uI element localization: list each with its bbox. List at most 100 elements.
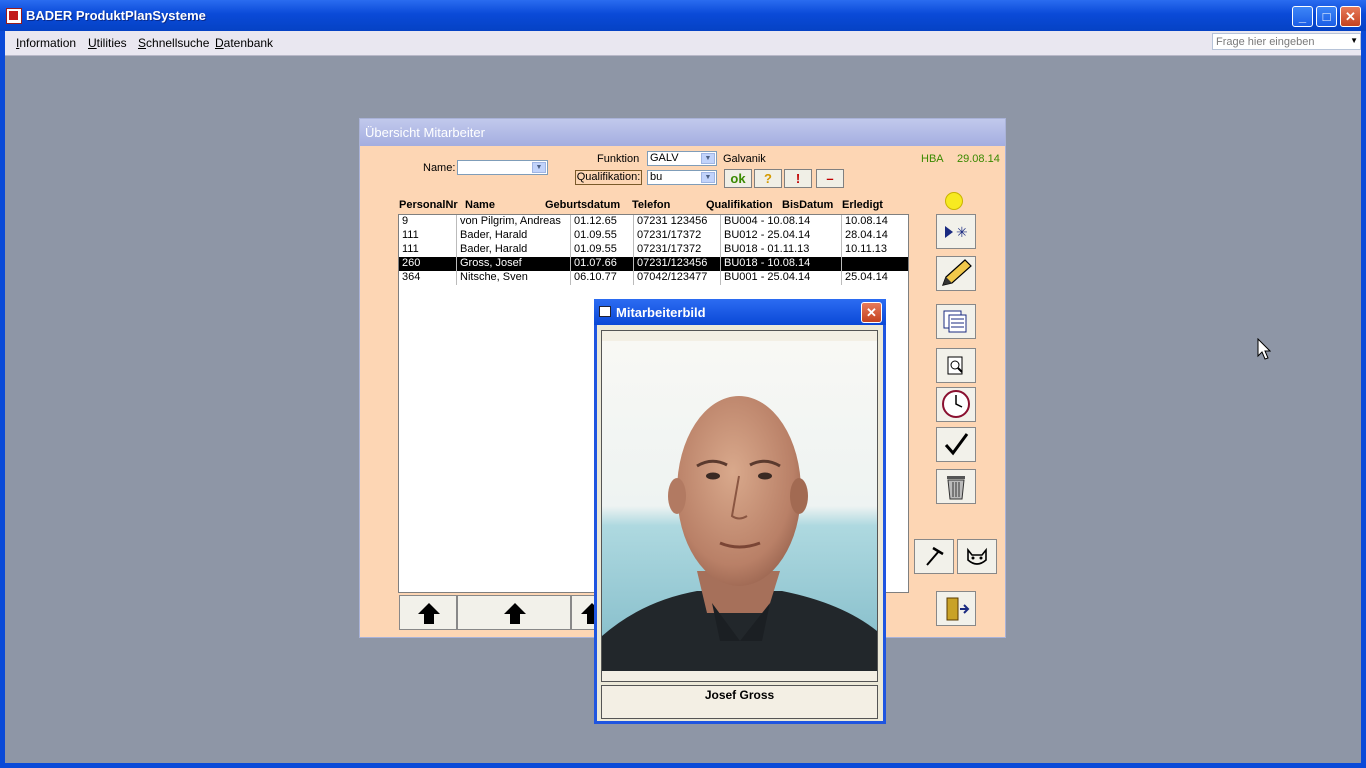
popup-title: Mitarbeiterbild xyxy=(616,305,706,320)
cell-personalnr: 9 xyxy=(399,215,457,229)
name-combo[interactable]: ▼ xyxy=(457,160,548,175)
popup-close-button[interactable]: ✕ xyxy=(861,302,882,323)
filter-exclaim-button[interactable]: ! xyxy=(784,169,812,188)
table-row[interactable]: 364 Nitsche, Sven 06.10.77 07042/123477 … xyxy=(399,271,908,285)
help-search-placeholder: Frage hier eingeben xyxy=(1216,36,1315,48)
filter-question-button[interactable]: ? xyxy=(754,169,782,188)
chevron-down-icon[interactable]: ▼ xyxy=(1350,36,1358,45)
check-icon xyxy=(944,433,969,456)
cell-name: von Pilgrim, Andreas xyxy=(457,215,571,229)
confirm-button[interactable] xyxy=(936,427,976,462)
nav-first-button[interactable] xyxy=(399,595,457,630)
cell-erledigt: 10.11.13 xyxy=(845,243,888,255)
copy-icon xyxy=(943,310,967,333)
app-icon[interactable] xyxy=(6,8,22,24)
maximize-button[interactable]: □ xyxy=(1316,6,1337,27)
cell-personalnr: 111 xyxy=(399,229,457,243)
col-qualifikation: Qualifikation xyxy=(706,199,773,211)
popup-title-bar[interactable]: Mitarbeiterbild ✕ xyxy=(594,299,886,325)
pick-icon xyxy=(926,546,944,566)
cell-qualifikation: BU012 - 25.04.14 xyxy=(721,229,842,243)
cell-geburtsdatum: 01.07.66 xyxy=(571,257,634,271)
trash-icon xyxy=(947,476,965,500)
cell-telefon: 07231/17372 xyxy=(634,243,721,257)
copy-button[interactable] xyxy=(936,304,976,339)
cell-telefon: 07042/123477 xyxy=(634,271,721,285)
funktion-label: Funktion xyxy=(597,153,640,165)
cell-erledigt: 28.04.14 xyxy=(845,229,888,241)
employee-name: Josef Gross xyxy=(704,688,775,702)
table-row[interactable]: 111 Bader, Harald 01.09.55 07231/17372 B… xyxy=(399,229,908,243)
mask-icon xyxy=(967,547,987,565)
form-icon xyxy=(599,306,611,317)
cell-erledigt: 10.08.14 xyxy=(845,215,888,227)
cell-telefon: 07231/17372 xyxy=(634,229,721,243)
qualifikation-label: Qualifikation: xyxy=(575,170,642,185)
col-bisdatum: BisDatum xyxy=(782,199,834,211)
window-border-left xyxy=(0,31,5,768)
exit-door-icon xyxy=(946,597,970,621)
cell-name: Bader, Harald xyxy=(457,229,571,243)
delete-button[interactable] xyxy=(936,469,976,504)
qualifikation-combo[interactable]: bu ▼ xyxy=(647,170,717,185)
employee-name-caption: Josef Gross xyxy=(601,685,878,719)
cell-geburtsdatum: 01.09.55 xyxy=(571,243,634,257)
cell-personalnr: 260 xyxy=(399,257,457,271)
chevron-down-icon[interactable]: ▼ xyxy=(701,153,715,164)
exit-button[interactable] xyxy=(936,591,976,626)
cell-personalnr: 364 xyxy=(399,271,457,285)
name-label: Name: xyxy=(423,162,456,174)
cell-name: Nitsche, Sven xyxy=(457,271,571,285)
cell-qualifikation: BU018 - 01.11.13 xyxy=(721,243,842,257)
nav-page-up-button[interactable] xyxy=(457,595,571,630)
minimize-button[interactable]: _ xyxy=(1292,6,1313,27)
new-record-icon: ✳ xyxy=(945,225,968,241)
funktion-value: GALV xyxy=(650,152,679,164)
tool-pick-button[interactable] xyxy=(914,539,954,574)
funktion-description: Galvanik xyxy=(723,153,766,165)
smiley-icon xyxy=(945,192,963,210)
menu-datenbank[interactable]: Datenbank xyxy=(215,36,273,50)
table-row[interactable]: 9 von Pilgrim, Andreas 01.12.65 07231 12… xyxy=(399,215,908,229)
mask-button[interactable] xyxy=(957,539,997,574)
filter-ok-button[interactable]: ok xyxy=(724,169,752,188)
current-date: 29.08.14 xyxy=(957,153,1000,165)
svg-text:✳: ✳ xyxy=(956,225,968,241)
menu-schnellsuche[interactable]: Schnellsuche xyxy=(138,36,209,50)
qualifikation-value: bu xyxy=(650,171,663,183)
new-record-button[interactable]: ✳ xyxy=(936,214,976,249)
cell-qualifikation: BU018 - 10.08.14 xyxy=(721,257,842,271)
funktion-combo[interactable]: GALV ▼ xyxy=(647,151,717,166)
cell-telefon: 07231/123456 xyxy=(634,257,721,271)
close-button[interactable]: ✕ xyxy=(1340,6,1361,27)
cell-qualifikation: BU001 - 25.04.14 xyxy=(721,271,842,285)
preview-icon xyxy=(947,356,963,375)
help-search-input[interactable]: Frage hier eingeben ▼ xyxy=(1212,33,1361,50)
employee-photo xyxy=(601,330,878,682)
menu-information[interactable]: Information xyxy=(16,36,76,50)
chevron-down-icon[interactable]: ▼ xyxy=(532,162,546,173)
col-name: Name xyxy=(465,199,495,211)
chevron-down-icon[interactable]: ▼ xyxy=(701,172,715,183)
col-personalnr: PersonalNr xyxy=(399,199,458,211)
arrow-up-icon xyxy=(418,603,440,624)
menu-bar: Information Utilities Schnellsuche Daten… xyxy=(5,31,1361,56)
preview-button[interactable] xyxy=(936,348,976,383)
col-telefon: Telefon xyxy=(632,199,671,211)
window-border-bottom xyxy=(0,763,1366,768)
table-row-selected[interactable]: 260 Gross, Josef 01.07.66 07231/123456 B… xyxy=(399,257,908,271)
menu-utilities[interactable]: Utilities xyxy=(88,36,127,50)
col-erledigt: Erledigt xyxy=(842,199,883,211)
table-row[interactable]: 111 Bader, Harald 01.09.55 07231/17372 B… xyxy=(399,243,908,257)
app-title-bar[interactable]: BADER ProduktPlanSysteme _ □ ✕ xyxy=(0,0,1366,31)
col-geburtsdatum: Geburtsdatum xyxy=(545,199,621,211)
time-button[interactable] xyxy=(936,387,976,422)
cell-erledigt xyxy=(842,257,908,271)
filter-minus-button[interactable]: – xyxy=(816,169,844,188)
user-code: HBA xyxy=(921,153,944,165)
mouse-cursor-icon xyxy=(1257,338,1271,360)
form-title[interactable]: Übersicht Mitarbeiter xyxy=(360,119,1005,146)
edit-button[interactable] xyxy=(936,256,976,291)
cell-erledigt: 25.04.14 xyxy=(845,271,888,283)
portrait-image xyxy=(602,341,877,671)
